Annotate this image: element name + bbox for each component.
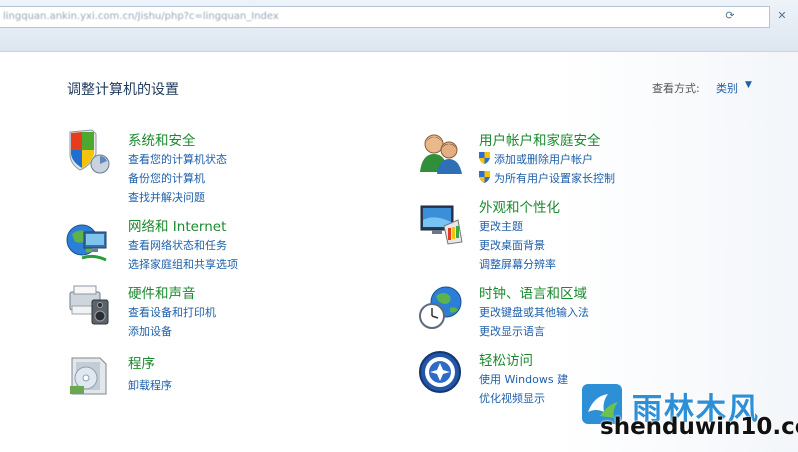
watermark-site: shenduwin10.com xyxy=(600,414,798,440)
uac-shield-icon xyxy=(479,152,490,164)
clock-language-region-icon[interactable] xyxy=(418,284,464,330)
category-title-programs[interactable]: 程序 xyxy=(128,352,155,372)
close-icon[interactable]: ✕ xyxy=(774,8,790,24)
link-change-theme[interactable]: 更改主题 xyxy=(479,218,523,234)
link-parental-controls[interactable]: 为所有用户设置家长控制 xyxy=(494,170,615,186)
link-change-display-language[interactable]: 更改显示语言 xyxy=(479,323,545,339)
link-backup-computer[interactable]: 备份您的计算机 xyxy=(128,170,205,186)
category-title-appearance[interactable]: 外观和个性化 xyxy=(479,196,560,216)
address-bar-text: lingquan.ankin.yxi.com.cn/Jishu/php?c=li… xyxy=(3,11,279,22)
category-title-ease-of-access[interactable]: 轻松访问 xyxy=(479,349,533,369)
link-windows-suggestions[interactable]: 使用 Windows 建 xyxy=(479,371,568,387)
link-view-computer-status[interactable]: 查看您的计算机状态 xyxy=(128,151,227,167)
link-devices-printers[interactable]: 查看设备和打印机 xyxy=(128,304,216,320)
chevron-down-icon[interactable]: ▼ xyxy=(745,80,752,90)
ease-of-access-icon[interactable] xyxy=(418,350,464,396)
system-security-icon[interactable] xyxy=(66,128,112,174)
user-accounts-icon[interactable] xyxy=(418,130,464,176)
link-change-input-methods[interactable]: 更改键盘或其他输入法 xyxy=(479,304,589,320)
category-title-user-accounts[interactable]: 用户帐户和家庭安全 xyxy=(479,129,601,149)
link-homegroup-sharing[interactable]: 选择家庭组和共享选项 xyxy=(128,256,238,272)
link-optimize-video-display[interactable]: 优化视频显示 xyxy=(479,390,545,406)
link-troubleshoot[interactable]: 查找并解决问题 xyxy=(128,189,205,205)
page-title: 调整计算机的设置 xyxy=(67,82,179,98)
explorer-top-bar: lingquan.ankin.yxi.com.cn/Jishu/php?c=li… xyxy=(0,0,798,52)
view-by-label: 查看方式: xyxy=(652,82,700,95)
category-title-clock-language-region[interactable]: 时钟、语言和区域 xyxy=(479,282,587,302)
link-adjust-resolution[interactable]: 调整屏幕分辨率 xyxy=(479,256,556,272)
category-title-system-security[interactable]: 系统和安全 xyxy=(128,129,196,149)
hardware-sound-icon[interactable] xyxy=(66,282,112,328)
address-bar[interactable]: lingquan.ankin.yxi.com.cn/Jishu/php?c=li… xyxy=(0,6,770,28)
toolbar xyxy=(0,32,798,50)
link-view-network-status[interactable]: 查看网络状态和任务 xyxy=(128,237,227,253)
link-uninstall-program[interactable]: 卸载程序 xyxy=(128,377,172,393)
uac-shield-icon xyxy=(479,171,490,183)
view-by-dropdown[interactable]: 类别 xyxy=(716,80,738,96)
category-title-network-internet[interactable]: 网络和 Internet xyxy=(128,215,226,235)
programs-icon[interactable] xyxy=(66,352,112,398)
network-internet-icon[interactable] xyxy=(66,218,112,264)
link-add-device[interactable]: 添加设备 xyxy=(128,323,172,339)
link-add-remove-user[interactable]: 添加或删除用户帐户 xyxy=(494,151,593,167)
link-change-desktop-background[interactable]: 更改桌面背景 xyxy=(479,237,545,253)
category-title-hardware-sound[interactable]: 硬件和声音 xyxy=(128,282,196,302)
refresh-icon[interactable]: ⟳ xyxy=(722,8,738,24)
appearance-icon[interactable] xyxy=(418,200,464,246)
